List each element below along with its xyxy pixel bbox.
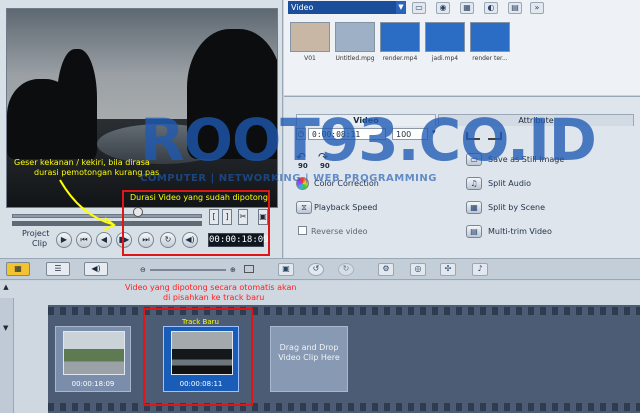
split-audio-icon[interactable]: ♫ [466,177,482,190]
drop-zone[interactable]: Drag and Drop Video Clip Here [270,326,348,392]
video-tree [57,49,97,159]
folder-icon[interactable]: ▭ [412,2,426,14]
track-expand-icon[interactable]: ▼ [3,324,8,332]
annotation-duration-text: Durasi Video yang sudah dipotong [130,193,268,202]
annotation-auto-split-text: di pisahkan ke track baru [163,293,265,302]
library-dropdown[interactable]: Video [288,1,406,14]
chevron-down-icon[interactable]: ▼ [396,1,406,14]
zoom-slider[interactable] [150,269,226,271]
playback-speed-icon[interactable]: ⧖ [296,201,312,214]
clip-thumbnail [63,331,125,375]
watermark-subtitle: COMPUTER | NETWORKING | WEB PROGRAMMING [140,173,437,184]
split-by-scene-icon[interactable]: ▦ [466,201,482,214]
record-icon[interactable]: ◎ [410,263,426,276]
audio-view-button[interactable]: ◀) [84,262,108,276]
library-item-label: Untitled.mpg [335,55,375,62]
library-item-label: render.mp4 [382,55,418,62]
undo-icon[interactable]: ↺ [308,263,324,276]
library-thumb[interactable] [335,22,375,52]
library-thumb[interactable] [380,22,420,52]
library-item-label: V01 [304,55,316,62]
home-button[interactable]: ⏮ [76,232,92,248]
reverse-video-checkbox[interactable] [298,226,307,235]
split-by-scene-button[interactable]: Split by Scene [488,203,545,212]
library-thumb[interactable] [290,22,330,52]
expand-icon[interactable]: » [530,2,544,14]
annotation-new-track-text: Track Baru [182,318,219,326]
storyboard-view-button[interactable]: ▦ [6,262,30,276]
redo-icon[interactable]: ↻ [338,263,354,276]
zoom-in-icon[interactable]: ⊕ [230,266,236,274]
library-thumb[interactable] [425,22,465,52]
library-thumb[interactable] [470,22,510,52]
film-sprockets [48,307,640,315]
zoom-out-icon[interactable]: ⊖ [140,266,146,274]
watermark-title: ROOT93.CO.ID [140,106,597,174]
previous-frame-button[interactable]: ◀ [96,232,112,248]
annotation-drag-text: durasi pemotongan kurang pas [34,168,160,177]
capture-icon[interactable]: ◉ [436,2,450,14]
film-sprockets [48,403,640,411]
timeline-view-button[interactable]: ☰ [46,262,70,276]
mix-icon[interactable]: ✣ [440,263,456,276]
library-item-label: render ter... [472,55,508,62]
clip-duration: 00:00:18:09 [71,380,115,388]
multi-trim-icon[interactable]: ▤ [466,225,482,238]
smart-proxy-icon[interactable]: ⚙ [378,263,394,276]
multi-trim-video-button[interactable]: Multi-trim Video [488,227,552,236]
auto-music-icon[interactable]: ♪ [472,263,488,276]
annotation-auto-split-text: Video yang dipotong secara otomatis akan [125,283,297,292]
track-sidebar [0,298,14,413]
options-icon[interactable]: ▤ [508,2,522,14]
annotation-drag-text: Geser kekanan / kekiri, bila dirasa [14,158,150,167]
library-manager-icon[interactable]: ▦ [460,2,474,14]
split-audio-button[interactable]: Split Audio [488,179,531,188]
scroll-up-icon[interactable]: ▲ [0,283,12,293]
project-label[interactable]: Project [22,229,49,238]
insert-media-icon[interactable]: ▣ [278,263,294,276]
sort-icon[interactable]: ◐ [484,2,498,14]
playback-speed-button[interactable]: Playback Speed [314,203,377,212]
play-button[interactable]: ▶ [56,232,72,248]
clip-label[interactable]: Clip [32,239,47,248]
library-item-label: jadi.mp4 [431,55,459,62]
reverse-video-label[interactable]: Reverse video [311,227,368,236]
fit-project-icon[interactable] [244,265,254,273]
timeline-clip[interactable]: 00:00:18:09 [55,326,131,392]
